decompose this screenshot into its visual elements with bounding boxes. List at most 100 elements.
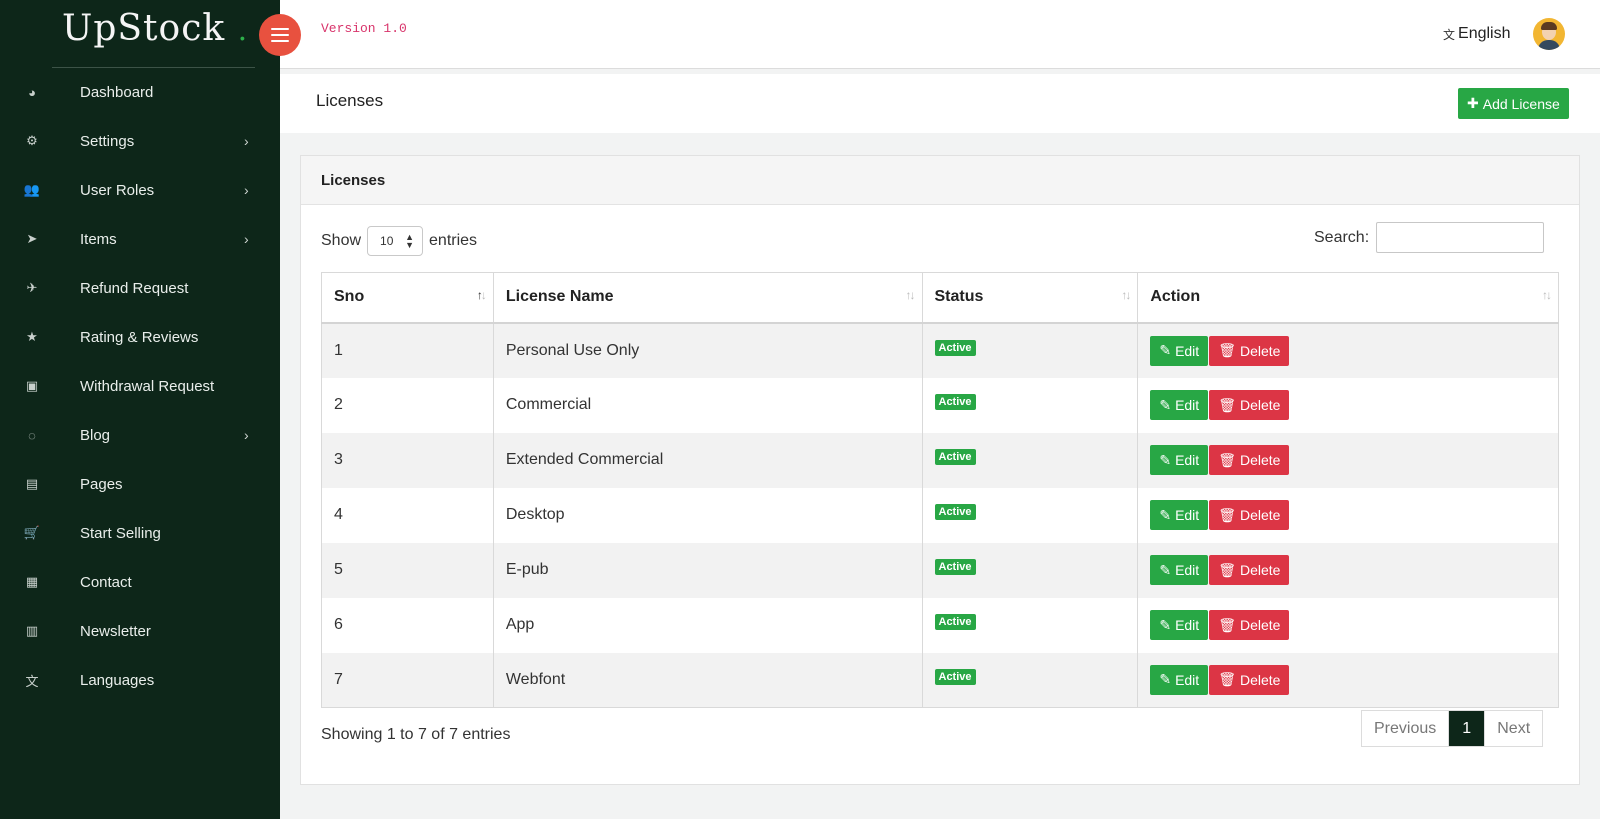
edit-button[interactable]: ✎ Edit xyxy=(1150,555,1209,585)
cart-icon: 🛒 xyxy=(23,525,41,540)
edit-button[interactable]: ✎ Edit xyxy=(1150,664,1209,695)
cell-sno: 3 xyxy=(321,432,494,488)
trash-icon: 🗑 xyxy=(1218,451,1236,468)
entries-select[interactable]: 10 ▲ ▼ xyxy=(367,226,424,256)
sidebar-item-languages[interactable]: 文 Languages xyxy=(0,660,280,700)
edit-label: Edit xyxy=(1175,562,1200,578)
sidebar-item-dashboard[interactable]: ◕ Dashboard xyxy=(0,72,280,112)
edit-label: Edit xyxy=(1175,671,1200,688)
edit-icon: ✎ xyxy=(1159,561,1172,578)
brand-dot: . xyxy=(237,13,249,48)
location-arrow-icon: ➤ xyxy=(26,231,38,246)
sidebar-item-start-selling[interactable]: 🛒 Start Selling xyxy=(0,513,280,553)
sidebar-item-label: Dashboard xyxy=(80,83,154,101)
column-header-action[interactable]: Action ↑↓ xyxy=(1137,272,1559,324)
edit-label: Edit xyxy=(1175,397,1200,413)
table-row: 3 Extended Commercial Active ✎ Edit 🗑 Delete xyxy=(321,432,1559,488)
previous-page-button[interactable]: Previous xyxy=(1362,711,1450,746)
edit-button[interactable]: ✎ Edit xyxy=(1150,610,1209,640)
sidebar-item-blog[interactable]: ◌ Blog › xyxy=(0,415,280,455)
sidebar-item-rating-reviews[interactable]: ★ Rating & Reviews xyxy=(0,317,280,357)
delete-button[interactable]: 🗑 Delete xyxy=(1209,390,1290,420)
delete-button[interactable]: 🗑 Delete xyxy=(1209,664,1290,695)
cell-sno: 4 xyxy=(321,487,494,543)
search-input[interactable] xyxy=(1376,222,1545,253)
licenses-table: Sno ↑↓ License Name ↑↓ Status ↑↓ Action ↑↓ 1… xyxy=(321,272,1559,708)
delete-button[interactable]: 🗑 Delete xyxy=(1209,445,1290,475)
page-1-button[interactable]: 1 xyxy=(1449,711,1485,746)
sidebar-toggle-button[interactable] xyxy=(259,14,301,56)
cell-status: Active xyxy=(921,597,1139,653)
language-selector[interactable]: 文 English xyxy=(1443,25,1511,43)
edit-button[interactable]: ✎ Edit xyxy=(1150,335,1209,366)
status-badge: Active xyxy=(934,394,976,410)
delete-button[interactable]: 🗑 Delete xyxy=(1209,610,1290,640)
sort-icon: ↑↓ xyxy=(1542,288,1552,302)
edit-button[interactable]: ✎ Edit xyxy=(1150,390,1209,420)
sidebar-item-items[interactable]: ➤ Items › xyxy=(0,219,280,259)
cell-sno: 7 xyxy=(321,652,494,708)
sidebar-item-user-roles[interactable]: 👥 User Roles › xyxy=(0,170,280,210)
sidebar-item-refund-request[interactable]: ✈ Refund Request xyxy=(0,268,280,308)
column-label: Sno xyxy=(334,288,365,306)
sidebar-item-pages[interactable]: ▤ Pages xyxy=(0,464,280,504)
show-label: Show xyxy=(321,232,362,249)
language-icon: 文 xyxy=(25,673,39,689)
delete-button[interactable]: 🗑 Delete xyxy=(1209,500,1290,530)
status-badge: Active xyxy=(934,449,976,465)
edit-icon: ✎ xyxy=(1159,396,1172,413)
trash-icon: 🗑 xyxy=(1218,561,1236,578)
sidebar: UpStock . ◕ Dashboard ⚙ Settings › 👥 User Role… xyxy=(0,0,280,819)
column-label: Action xyxy=(1150,288,1201,306)
cell-action: ✎ Edit 🗑 Delete xyxy=(1137,542,1559,598)
table-row: 7 Webfont Active ✎ Edit 🗑 Delete xyxy=(321,652,1559,708)
edit-icon: ✎ xyxy=(1159,342,1172,358)
sidebar-divider xyxy=(52,67,255,68)
edit-button[interactable]: ✎ Edit xyxy=(1150,445,1209,475)
trash-icon: 🗑 xyxy=(1218,616,1236,633)
delete-label: Delete xyxy=(1239,397,1281,413)
edit-icon: ✎ xyxy=(1159,671,1172,688)
column-header-license-name[interactable]: License Name ↑↓ xyxy=(492,272,923,324)
table-row: 5 E-pub Active ✎ Edit 🗑 Delete xyxy=(321,542,1559,598)
next-page-button[interactable]: Next xyxy=(1484,711,1542,746)
cell-license-name: Extended Commercial xyxy=(492,432,923,488)
sidebar-item-label: Settings xyxy=(80,132,135,150)
cell-status: Active xyxy=(921,652,1139,708)
status-badge: Active xyxy=(934,504,976,520)
sidebar-item-label: Rating & Reviews xyxy=(80,328,199,346)
cell-action: ✎ Edit 🗑 Delete xyxy=(1137,597,1559,653)
user-avatar[interactable] xyxy=(1533,18,1565,50)
sidebar-item-settings[interactable]: ⚙ Settings › xyxy=(0,121,280,161)
cell-status: Active xyxy=(921,432,1139,488)
comments-icon: ◌ xyxy=(28,427,36,443)
table-header-row: Sno ↑↓ License Name ↑↓ Status ↑↓ Action ↑↓ xyxy=(321,272,1559,324)
entries-value: 10 xyxy=(380,234,394,248)
sort-asc-icon: ↑↓ xyxy=(476,288,487,302)
table-info: Showing 1 to 7 of 7 entries xyxy=(321,726,511,743)
sidebar-item-label: Withdrawal Request xyxy=(80,377,215,395)
add-license-button[interactable]: ✚ Add License xyxy=(1458,88,1569,119)
sidebar-item-withdrawal-request[interactable]: ▣ Withdrawal Request xyxy=(0,366,280,406)
cell-action: ✎ Edit 🗑 Delete xyxy=(1137,322,1559,378)
delete-button[interactable]: 🗑 Delete xyxy=(1209,335,1290,366)
column-header-status[interactable]: Status ↑↓ xyxy=(921,272,1139,324)
file-text-icon: ▤ xyxy=(25,476,39,491)
column-label: License Name xyxy=(505,288,614,306)
pagination: Previous 1 Next xyxy=(1361,710,1544,747)
delete-label: Delete xyxy=(1239,507,1281,523)
top-header: Version 1.0 文 English xyxy=(280,0,1600,69)
cell-license-name: Desktop xyxy=(492,487,923,543)
edit-button[interactable]: ✎ Edit xyxy=(1150,500,1209,530)
column-header-sno[interactable]: Sno ↑↓ xyxy=(321,272,494,324)
page-length-control: Show 10 ▲ ▼ entries xyxy=(321,226,477,256)
table-row: 2 Commercial Active ✎ Edit 🗑 Delete xyxy=(321,377,1559,433)
cell-sno: 6 xyxy=(321,597,494,653)
sort-icon: ↑↓ xyxy=(1121,288,1131,302)
sort-updown-icon: ▲ ▼ xyxy=(405,232,415,250)
delete-button[interactable]: 🗑 Delete xyxy=(1209,555,1290,585)
version-label: Version 1.0 xyxy=(321,21,407,36)
brand-logo[interactable]: UpStock . xyxy=(62,8,248,49)
sidebar-item-contact[interactable]: ▦ Contact xyxy=(0,562,280,602)
sidebar-item-newsletter[interactable]: ▥ Newsletter xyxy=(0,611,280,651)
